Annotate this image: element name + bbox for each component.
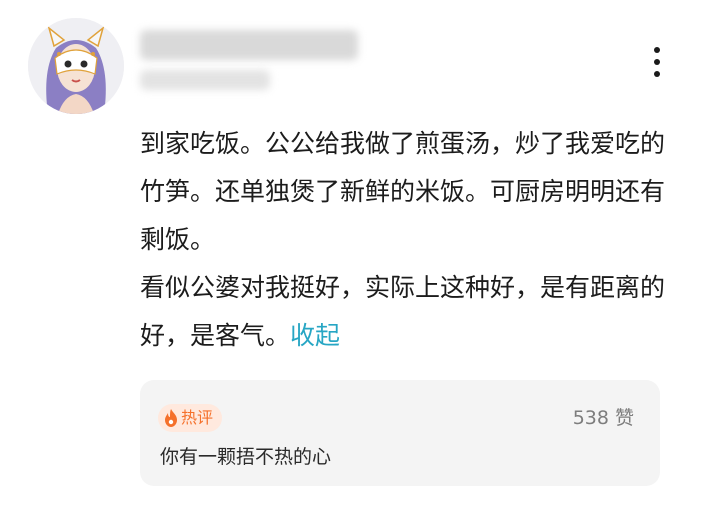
hot-comment-text: 你有一颗捂不热的心: [160, 446, 332, 468]
user-meta-redacted: [140, 70, 270, 90]
more-vertical-icon: [654, 59, 660, 65]
flame-icon: [165, 409, 177, 427]
avatar[interactable]: [28, 18, 124, 114]
hot-comment-badge: 热评: [158, 404, 223, 432]
hot-badge-label: 热评: [181, 408, 214, 427]
hot-comment-card[interactable]: 热评 538 赞 你有一颗捂不热的心: [140, 380, 660, 486]
post-content: 到家吃饭。公公给我做了煎蛋汤，炒了我爱吃的竹笋。还单独煲了新鲜的米饭。可厨房明明…: [140, 120, 680, 360]
collapse-link[interactable]: 收起: [290, 321, 340, 350]
post-paragraph: 看似公婆对我挺好，实际上这种好，是有距离的好，是客气。收起: [140, 264, 680, 360]
more-vertical-icon: [654, 47, 660, 53]
like-count[interactable]: 538 赞: [573, 404, 634, 432]
more-vertical-icon: [654, 71, 660, 77]
post-paragraph: 到家吃饭。公公给我做了煎蛋汤，炒了我爱吃的竹笋。还单独煲了新鲜的米饭。可厨房明明…: [140, 129, 666, 254]
username-redacted[interactable]: [140, 30, 358, 60]
more-options-button[interactable]: [640, 40, 674, 84]
post-paragraph-text: 看似公婆对我挺好，实际上这种好，是有距离的好，是客气。: [140, 273, 666, 350]
